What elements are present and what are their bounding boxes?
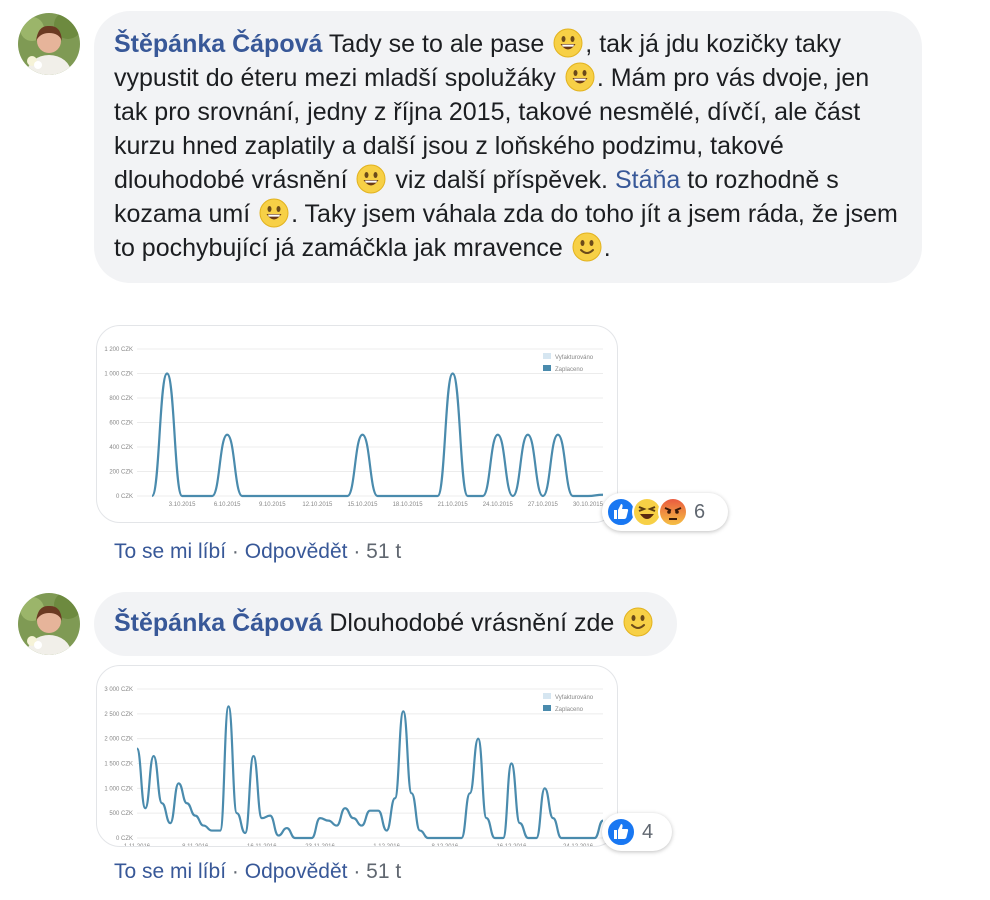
x-tick-label: 27.10.2015 [528, 502, 559, 508]
like-icon [606, 817, 636, 847]
x-tick-label: 8.12.2016 [432, 844, 459, 846]
grinning-emoji [551, 28, 585, 58]
y-tick-label: 0 CZK [116, 494, 133, 500]
legend-label: Zaplaceno [555, 707, 584, 713]
comment-timestamp[interactable]: 51 t [366, 540, 401, 563]
x-tick-label: 23.11.2016 [305, 844, 335, 846]
x-tick-label: 1.11.2016 [124, 844, 151, 846]
legend-label: Vyfakturováno [555, 355, 594, 361]
reactions-summary[interactable]: 4 [602, 813, 672, 851]
series-line-zaplaceno [150, 372, 604, 498]
x-tick-label: 9.10.2015 [259, 502, 286, 508]
y-tick-label: 1 200 CZK [104, 347, 133, 353]
x-tick-label: 15.10.2015 [347, 502, 378, 508]
chart-attachment[interactable]: 0 CZK 500 CZK 1 000 CZK 1 500 CZK 2 000 CZK 2… [96, 665, 618, 847]
legend-swatch-zaplaceno [543, 365, 551, 371]
comment-author[interactable]: Štěpánka Čápová [114, 609, 322, 637]
grinning-emoji [563, 62, 597, 92]
y-tick-label: 1 000 CZK [104, 786, 133, 792]
reply-link[interactable]: Odpovědět [245, 860, 348, 883]
x-tick-label: 6.10.2015 [214, 502, 241, 508]
y-tick-label: 500 CZK [109, 811, 133, 817]
grinning-emoji [257, 198, 291, 228]
separator: · [231, 540, 239, 563]
x-tick-label: 3.10.2015 [169, 502, 196, 508]
legend-swatch-vyfakturovano [543, 693, 551, 699]
series-line-zaplaceno [135, 705, 604, 840]
comment-author[interactable]: Štěpánka Čápová [114, 30, 322, 58]
mention-link[interactable]: Stáňa [615, 166, 680, 194]
separator: · [231, 860, 239, 883]
y-tick-label: 2 500 CZK [104, 712, 133, 718]
avatar[interactable] [18, 13, 80, 75]
comment-text: viz další příspěvek. [388, 166, 615, 194]
chart-attachment[interactable]: 0 CZK 200 CZK 400 CZK 600 CZK 800 CZK 1 000 C… [96, 325, 618, 523]
reactions-summary[interactable]: 6 [602, 493, 728, 531]
smiling-emoji [621, 607, 655, 637]
comment-actions: To se mi líbí · Odpovědět · 51 t [114, 860, 401, 884]
separator: · [353, 860, 361, 883]
y-tick-label: 600 CZK [109, 421, 133, 427]
comment-text: Tady se to ale pase [328, 30, 552, 58]
legend-label: Zaplaceno [555, 367, 584, 373]
comment-text: . [603, 234, 611, 262]
x-tick-label: 24.12.2016 [563, 844, 594, 846]
like-link[interactable]: To se mi líbí [114, 860, 226, 883]
comment-actions: To se mi líbí · Odpovědět · 51 t [114, 540, 401, 564]
y-tick-label: 200 CZK [109, 470, 133, 476]
reaction-count: 6 [694, 500, 706, 523]
legend-swatch-zaplaceno [543, 705, 551, 711]
y-tick-label: 400 CZK [109, 445, 133, 451]
x-tick-label: 1.12.2016 [373, 844, 400, 846]
x-tick-label: 16.11.2016 [247, 844, 277, 846]
comment-text: Dlouhodobé vrásnění zde [329, 609, 622, 637]
like-link[interactable]: To se mi líbí [114, 540, 226, 563]
y-tick-label: 3 000 CZK [104, 687, 133, 693]
x-tick-label: 18.10.2015 [393, 502, 424, 508]
x-tick-label: 30.10.2015 [573, 502, 604, 508]
smiling-emoji [570, 232, 604, 262]
comment-bubble: Štěpánka Čápová Tady se to ale pase , ta… [94, 11, 922, 283]
grinning-emoji [354, 164, 388, 194]
comment-timestamp[interactable]: 51 t [366, 860, 401, 883]
reply-link[interactable]: Odpovědět [245, 540, 348, 563]
y-tick-label: 0 CZK [116, 836, 133, 842]
avatar[interactable] [18, 593, 80, 655]
separator: · [353, 540, 361, 563]
legend-swatch-vyfakturovano [543, 353, 551, 359]
angry-icon [658, 497, 688, 527]
x-tick-label: 21.10.2015 [438, 502, 469, 508]
y-tick-label: 1 000 CZK [104, 372, 133, 378]
y-tick-label: 2 000 CZK [104, 737, 133, 743]
x-tick-label: 12.10.2015 [302, 502, 333, 508]
x-tick-label: 24.10.2015 [483, 502, 514, 508]
y-tick-label: 1 500 CZK [104, 762, 133, 768]
legend-label: Vyfakturováno [555, 695, 594, 701]
y-tick-label: 800 CZK [109, 396, 133, 402]
comment-bubble: Štěpánka Čápová Dlouhodobé vrásnění zde [94, 592, 678, 656]
reaction-count: 4 [642, 820, 654, 843]
x-tick-label: 16.12.2016 [496, 844, 527, 846]
x-tick-label: 8.11.2016 [182, 844, 209, 846]
